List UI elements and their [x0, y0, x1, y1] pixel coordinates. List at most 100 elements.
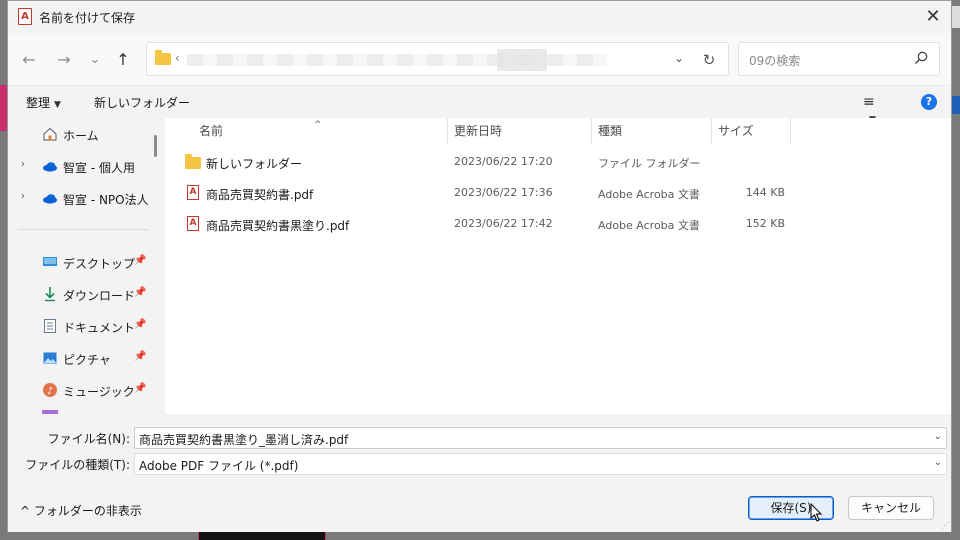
- search-box[interactable]: 09の検索: [738, 42, 940, 76]
- filename-label: ファイル名(N):: [47, 432, 130, 446]
- search-placeholder: 09の検索: [749, 54, 801, 68]
- documents-icon: [44, 319, 56, 333]
- nav-item-onedrive-npo[interactable]: › 智宣 - NPO法人: [8, 185, 158, 211]
- background-app-button: [952, 6, 960, 28]
- column-divider[interactable]: [447, 118, 448, 144]
- search-icon[interactable]: [913, 50, 929, 66]
- pin-icon[interactable]: 📌: [134, 287, 146, 298]
- save-as-dialog: A 名前を付けて保存 ✕ ← → ⌄ ↑ ‹ ⌄ ↻ 09の検索 整理 ▼ 新しい…: [7, 0, 952, 532]
- file-row[interactable]: A 商品売買契約書.pdf 2023/06/22 17:36 Adobe Acr…: [185, 180, 945, 206]
- address-dropdown-icon[interactable]: ⌄: [674, 51, 684, 65]
- recent-locations-chevron-icon[interactable]: ⌄: [84, 49, 106, 71]
- acrobat-app-icon: A: [18, 8, 32, 25]
- column-label: 名前: [199, 124, 224, 138]
- nav-item-music[interactable]: ♪ ミュージック 📌: [8, 377, 158, 403]
- file-row[interactable]: 新しいフォルダー 2023/06/22 17:20 ファイル フォルダー: [185, 149, 945, 175]
- desktop-icon: [43, 257, 57, 266]
- refresh-icon[interactable]: ↻: [698, 49, 720, 71]
- expand-chevron-icon[interactable]: ›: [21, 191, 25, 202]
- pictures-icon: [43, 352, 57, 364]
- pdf-icon: A: [185, 216, 201, 232]
- file-name: 商品売買契約書.pdf: [206, 188, 314, 202]
- column-divider[interactable]: [790, 118, 791, 144]
- music-icon: ♪: [43, 383, 57, 397]
- pdf-icon: A: [185, 185, 201, 201]
- nav-item-label: ピクチャ: [63, 353, 111, 367]
- pin-icon[interactable]: 📌: [134, 255, 146, 266]
- file-size: 152 KB: [745, 217, 785, 230]
- file-date: 2023/06/22 17:20: [454, 155, 553, 168]
- column-divider[interactable]: [711, 118, 712, 144]
- nav-item-label: 智宣 - NPO法人: [63, 193, 149, 207]
- file-row[interactable]: A 商品売買契約書黒塗り.pdf 2023/06/22 17:42 Adobe …: [185, 211, 945, 237]
- nav-item-onedrive-personal[interactable]: › 智宣 - 個人用: [8, 153, 158, 179]
- new-folder-button[interactable]: 新しいフォルダー: [94, 94, 190, 111]
- back-arrow-icon[interactable]: ←: [18, 49, 40, 71]
- filename-field[interactable]: 商品売買契約書黒塗り_墨消し済み.pdf ⌄: [134, 427, 947, 449]
- nav-item-pictures[interactable]: ピクチャ 📌: [8, 345, 158, 371]
- nav-item-label: ドキュメント: [63, 321, 136, 335]
- download-icon: [45, 287, 55, 302]
- column-divider[interactable]: [591, 118, 592, 144]
- nav-item-downloads[interactable]: ダウンロード 📌: [8, 281, 158, 307]
- cancel-button[interactable]: キャンセル: [848, 496, 934, 520]
- nav-item-label: ダウンロード: [63, 289, 136, 303]
- file-size: 144 KB: [745, 186, 785, 199]
- folder-icon: [185, 154, 201, 170]
- file-type: Adobe Acroba 文書: [598, 219, 700, 232]
- file-date: 2023/06/22 17:36: [454, 186, 553, 199]
- breadcrumb-segment-redacted: [497, 49, 547, 71]
- filename-value: 商品売買契約書黒塗り_墨消し済み.pdf: [139, 433, 349, 447]
- file-type: ファイル フォルダー: [598, 157, 701, 170]
- filetype-select[interactable]: Adobe PDF ファイル (*.pdf) ⌄: [134, 453, 947, 475]
- navpane-scrollbar[interactable]: [154, 135, 157, 157]
- list-view-icon: ≡: [863, 94, 875, 110]
- file-type: Adobe Acroba 文書: [598, 188, 700, 201]
- onedrive-icon: [43, 194, 57, 204]
- hide-folders-toggle[interactable]: ^ フォルダーの非表示: [20, 502, 142, 519]
- organize-caret-icon: ▼: [54, 100, 61, 110]
- onedrive-icon: [43, 162, 57, 172]
- pin-icon[interactable]: 📌: [134, 351, 146, 362]
- expand-chevron-icon[interactable]: ›: [21, 159, 25, 170]
- file-list: 名前 ^ 更新日時 種類 サイズ 新しいフォルダー 2023/06/22 17:…: [165, 118, 951, 414]
- mouse-cursor-icon: [810, 503, 823, 522]
- dialog-title: 名前を付けて保存: [39, 11, 136, 25]
- nav-item-desktop[interactable]: デスクトップ 📌: [8, 249, 158, 275]
- nav-item-home[interactable]: ホーム: [8, 121, 158, 147]
- address-bar[interactable]: ‹ ⌄ ↻: [146, 42, 729, 76]
- nav-item-documents[interactable]: ドキュメント 📌: [8, 313, 158, 339]
- navigation-pane: ホーム › 智宣 - 個人用 › 智宣 - NPO法人 デスクトップ 📌 ダウン…: [8, 118, 158, 414]
- sort-ascending-icon: ^: [314, 120, 322, 130]
- breadcrumb-overflow-icon[interactable]: ‹: [175, 51, 180, 65]
- close-button[interactable]: ✕: [921, 5, 945, 29]
- column-header-date[interactable]: 更新日時: [454, 118, 502, 144]
- filetype-dropdown-icon[interactable]: ⌄: [934, 457, 942, 468]
- file-name: 商品売買契約書黒塗り.pdf: [206, 219, 350, 233]
- pin-icon[interactable]: 📌: [134, 383, 146, 394]
- organize-menu[interactable]: 整理 ▼: [26, 94, 61, 111]
- svg-text:♪: ♪: [47, 386, 53, 397]
- filetype-label: ファイルの種類(T):: [25, 458, 130, 472]
- save-form: ファイル名(N): 商品売買契約書黒塗り_墨消し済み.pdf ⌄ ファイルの種類…: [8, 416, 951, 481]
- pin-icon[interactable]: 📌: [134, 319, 146, 330]
- filename-dropdown-icon[interactable]: ⌄: [934, 431, 942, 442]
- column-header-type[interactable]: 種類: [598, 118, 622, 144]
- up-arrow-icon[interactable]: ↑: [112, 49, 134, 71]
- command-toolbar: 整理▼ 新しいフォルダー ≡ ▼ ?: [8, 86, 951, 125]
- folder-icon: [155, 50, 171, 65]
- background-app-accent-blue: [952, 96, 960, 114]
- column-header-size[interactable]: サイズ: [718, 118, 754, 144]
- videos-icon-partial: [42, 410, 58, 414]
- help-icon[interactable]: ?: [921, 94, 937, 110]
- dialog-titlebar: A 名前を付けて保存 ✕: [8, 1, 951, 33]
- forward-arrow-icon[interactable]: →: [53, 49, 75, 71]
- nav-item-label: ミュージック: [63, 385, 135, 399]
- nav-item-label: ホーム: [63, 129, 99, 143]
- file-date: 2023/06/22 17:42: [454, 217, 553, 230]
- column-header-name[interactable]: 名前 ^: [199, 118, 322, 144]
- filetype-value: Adobe PDF ファイル (*.pdf): [139, 459, 299, 473]
- nav-item-label: デスクトップ: [63, 257, 136, 271]
- resize-grip-icon[interactable]: ⋰: [941, 521, 949, 530]
- organize-label: 整理: [26, 96, 51, 110]
